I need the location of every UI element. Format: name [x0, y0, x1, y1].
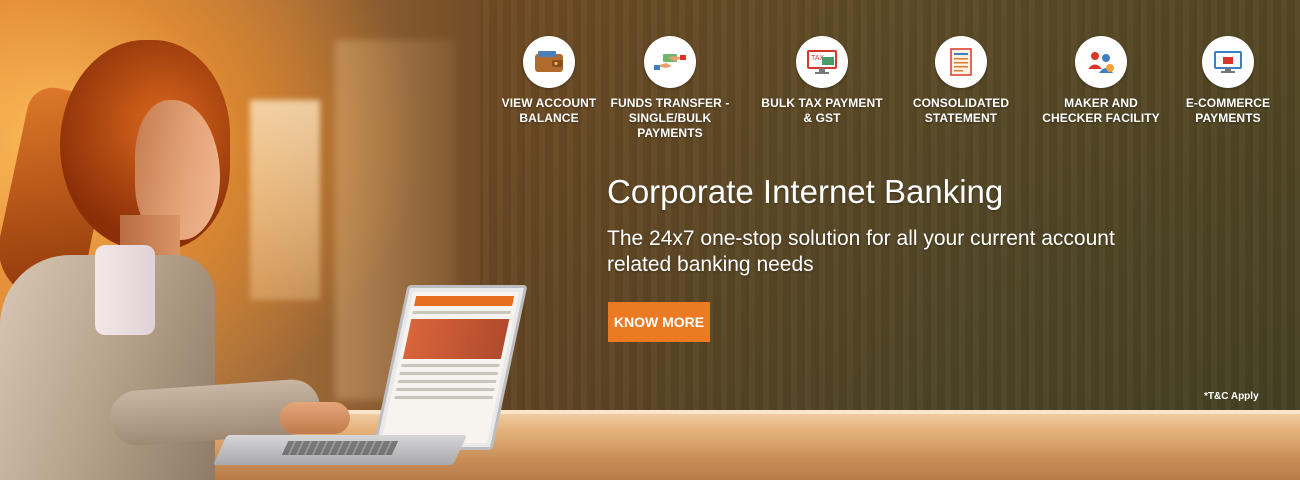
- tax-payment-icon: TAX: [796, 36, 848, 88]
- feature-ecommerce-payments[interactable]: E-COMMERCE PAYMENTS: [1153, 36, 1300, 126]
- wallet-icon: [523, 36, 575, 88]
- page-title: Corporate Internet Banking: [607, 173, 1004, 210]
- feature-consolidated-statement[interactable]: CONSOLIDATED STATEMENT: [886, 36, 1036, 126]
- ecommerce-icon: [1202, 36, 1254, 88]
- know-more-button[interactable]: KNOW MORE: [608, 302, 710, 342]
- money-transfer-icon: [644, 36, 696, 88]
- users-icon: [1075, 36, 1127, 88]
- feature-list: VIEW ACCOUNT BALANCE FUNDS TRANSFER - SI…: [474, 36, 1294, 140]
- statement-icon: [935, 36, 987, 88]
- terms-disclaimer: *T&C Apply: [1204, 391, 1259, 402]
- feature-funds-transfer[interactable]: FUNDS TRANSFER - SINGLE/BULK PAYMENTS: [595, 36, 745, 141]
- feature-bulk-tax-payment[interactable]: TAX BULK TAX PAYMENT & GST: [747, 36, 897, 126]
- hero-banner: VIEW ACCOUNT BALANCE FUNDS TRANSFER - SI…: [0, 0, 1300, 480]
- hero-subtitle: The 24x7 one-stop solution for all your …: [607, 227, 1115, 276]
- laptop-image: [213, 285, 528, 475]
